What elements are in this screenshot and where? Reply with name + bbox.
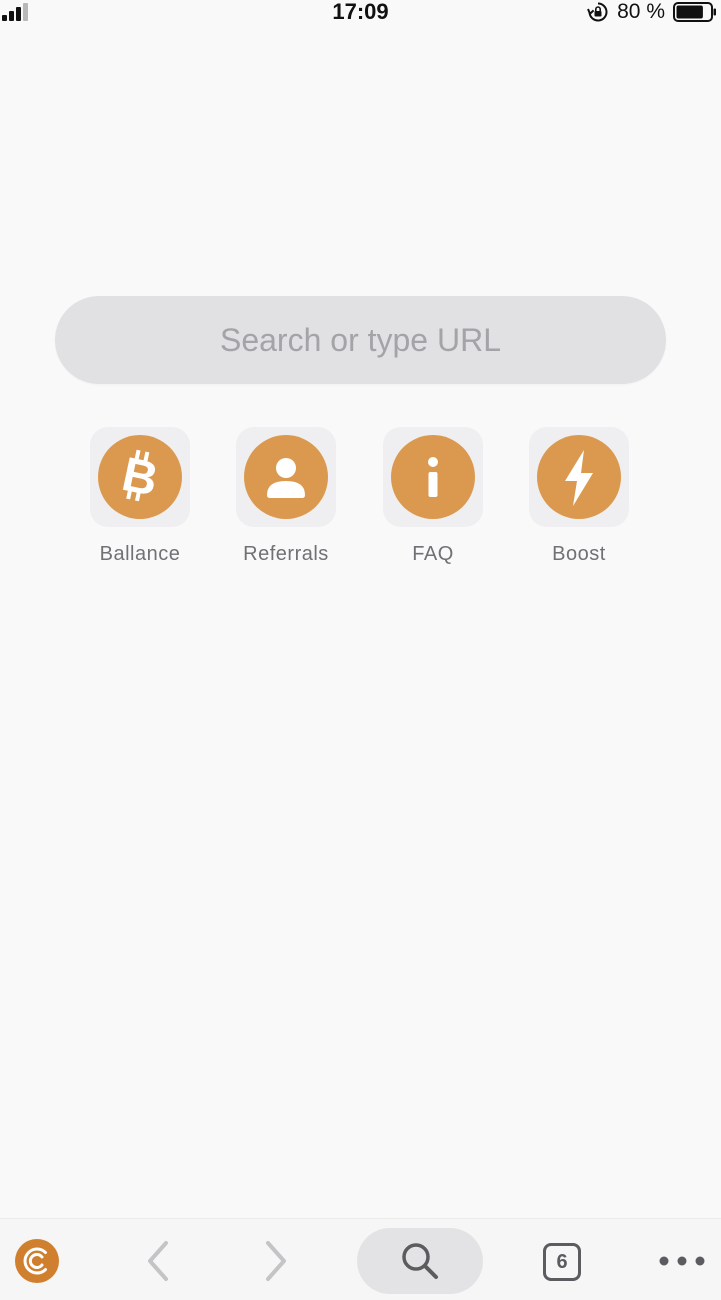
svg-text:B: B — [117, 448, 162, 507]
shortcut-ballance[interactable]: B Ballance — [70, 427, 210, 577]
search-bar[interactable] — [55, 296, 666, 384]
status-right-group: 80 % — [587, 0, 717, 24]
shortcut-label: Boost — [552, 543, 606, 565]
search-icon — [402, 1243, 438, 1279]
bitcoin-icon: B — [117, 448, 162, 507]
more-dots-icon — [659, 1256, 705, 1266]
lightning-icon — [565, 450, 593, 506]
back-button[interactable] — [140, 1239, 176, 1283]
forward-button[interactable] — [258, 1239, 294, 1283]
tabs-icon: 6 — [543, 1243, 581, 1281]
shortcut-tile[interactable]: B — [90, 427, 190, 527]
shortcut-label: Referrals — [243, 543, 329, 565]
status-bar: 17:09 80 % — [0, 0, 721, 28]
back-arrow-icon — [148, 1241, 168, 1281]
forward-arrow-icon — [266, 1241, 286, 1281]
app-logo-button[interactable] — [15, 1239, 59, 1283]
app-logo-icon — [23, 1247, 47, 1275]
battery-icon — [673, 2, 716, 22]
battery-percent: 80 % — [617, 0, 665, 23]
person-icon — [267, 458, 305, 498]
shortcut-label: Ballance — [99, 543, 181, 565]
tabs-button[interactable]: 6 — [540, 1241, 584, 1283]
search-input[interactable] — [55, 296, 666, 384]
search-button[interactable] — [357, 1228, 483, 1294]
shortcut-faq[interactable]: FAQ — [363, 427, 503, 577]
shortcut-boost[interactable]: Boost — [509, 427, 649, 577]
tabs-count: 6 — [556, 1250, 568, 1273]
shortcut-tile[interactable] — [529, 427, 629, 527]
more-menu-button[interactable] — [656, 1243, 708, 1279]
shortcut-label: FAQ — [412, 543, 454, 565]
bottom-toolbar: 6 — [0, 1218, 721, 1300]
orientation-lock-icon — [587, 2, 608, 22]
info-icon — [428, 457, 438, 497]
shortcut-referrals[interactable]: Referrals — [216, 427, 356, 577]
shortcut-tile[interactable] — [383, 427, 483, 527]
shortcut-tile[interactable] — [236, 427, 336, 527]
